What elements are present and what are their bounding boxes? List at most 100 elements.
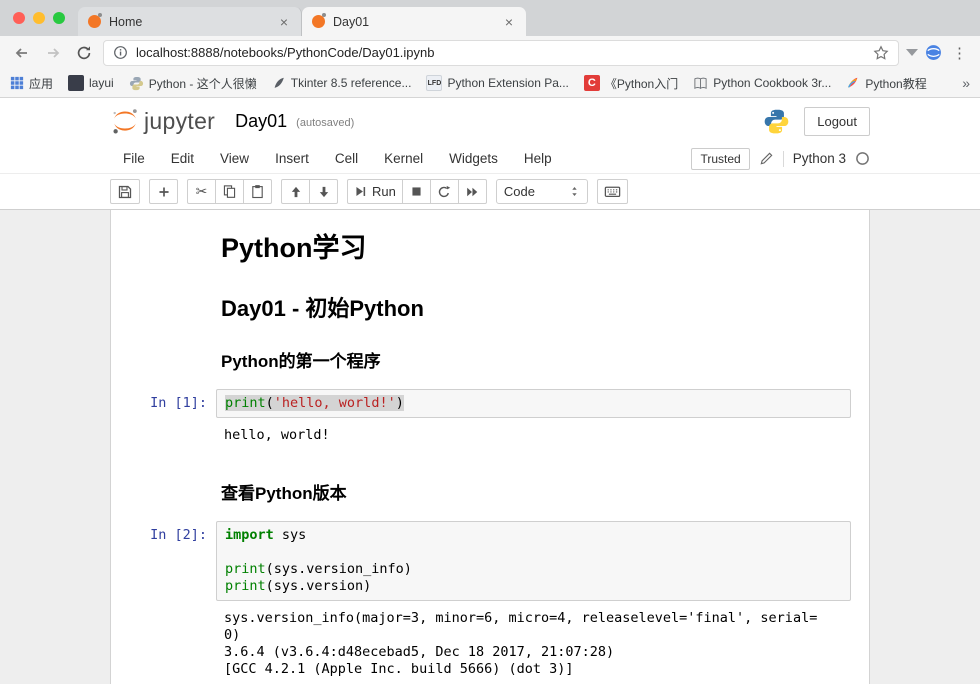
url-text: localhost:8888/notebooks/PythonCode/Day0…: [136, 45, 865, 60]
bookmark-label: 应用: [29, 75, 53, 92]
bookmark-cookbook[interactable]: Python Cookbook 3r...: [693, 76, 831, 91]
forward-icon[interactable]: [41, 41, 65, 65]
python-gray-icon: [129, 76, 144, 91]
notebook-title[interactable]: Day01: [235, 111, 287, 132]
menu-kernel[interactable]: Kernel: [371, 144, 436, 174]
c-favicon-icon: C: [584, 75, 600, 91]
jupyter-logo-text: jupyter: [144, 108, 215, 135]
url-bar[interactable]: localhost:8888/notebooks/PythonCode/Day0…: [103, 40, 899, 66]
menu-file[interactable]: File: [110, 144, 158, 174]
restart-run-all-button[interactable]: [458, 179, 487, 204]
menu-edit[interactable]: Edit: [158, 144, 207, 174]
close-window-button[interactable]: [13, 12, 25, 24]
menu-widgets[interactable]: Widgets: [436, 144, 511, 174]
menu-insert[interactable]: Insert: [262, 144, 322, 174]
bookmark-python-blog[interactable]: Python - 这个人很懒: [129, 75, 257, 92]
jupyter-logo[interactable]: jupyter: [110, 106, 215, 136]
code-cell-1[interactable]: In [1]: print('hello, world!'): [111, 389, 869, 418]
save-icon: [117, 184, 133, 200]
interrupt-kernel-button[interactable]: [402, 179, 431, 204]
lfd-favicon-icon: LFD: [426, 75, 442, 91]
minimize-window-button[interactable]: [33, 12, 45, 24]
run-label: Run: [372, 184, 396, 199]
markdown-cell-first-program[interactable]: Python的第一个程序: [216, 347, 851, 372]
browser-tab-home[interactable]: Home ×: [78, 7, 302, 36]
scissors-icon: ✂: [196, 183, 208, 200]
paste-cell-button[interactable]: [243, 179, 272, 204]
copy-icon: [222, 184, 237, 199]
markdown-cell-day[interactable]: Day01 - 初始Python: [216, 291, 851, 323]
browser-window: Home × Day01 × localhost:8888/notebooks/…: [0, 0, 980, 684]
menu-cell[interactable]: Cell: [322, 144, 371, 174]
browser-tab-day01[interactable]: Day01 ×: [302, 7, 526, 36]
restart-icon: [437, 185, 451, 199]
run-cell-button[interactable]: Run: [347, 179, 403, 204]
feather-icon: [272, 76, 286, 90]
output-area-2: sys.version_info(major=3, minor=6, micro…: [111, 601, 869, 684]
bookmark-python-tutorial[interactable]: Python教程: [846, 75, 926, 92]
run-icon: [354, 185, 367, 198]
edit-mode-pencil-icon: [759, 151, 774, 166]
input-prompt: In [2]:: [111, 521, 216, 543]
insert-cell-button[interactable]: [149, 179, 178, 204]
arrow-down-icon: [317, 185, 331, 199]
bookmark-label: Python Extension Pa...: [447, 76, 568, 90]
python-logo-icon: [763, 108, 790, 135]
bookmark-python-intro[interactable]: C 《Python入门: [584, 75, 678, 92]
bookmarks-overflow-icon[interactable]: »: [962, 75, 970, 91]
restart-kernel-button[interactable]: [430, 179, 459, 204]
code-input-1[interactable]: print('hello, world!'): [216, 389, 851, 418]
apps-grid-icon: [10, 76, 24, 90]
bookmark-label: Tkinter 8.5 reference...: [291, 76, 412, 90]
browser-menu-icon[interactable]: ⋮: [949, 44, 970, 62]
bookmark-lfd[interactable]: LFD Python Extension Pa...: [426, 75, 568, 91]
markdown-cell-version[interactable]: 查看Python版本: [216, 479, 851, 504]
tab-close-icon[interactable]: ×: [502, 14, 516, 30]
bookmark-label: 《Python入门: [605, 75, 678, 92]
tab-close-icon[interactable]: ×: [277, 14, 291, 30]
fast-forward-icon: [465, 185, 479, 199]
back-icon[interactable]: [10, 41, 34, 65]
page-info-icon[interactable]: [113, 45, 128, 60]
command-palette-button[interactable]: [597, 179, 628, 204]
jupyter-favicon-icon: [312, 15, 325, 28]
output-text-1: hello, world!: [216, 418, 851, 452]
fullscreen-window-button[interactable]: [53, 12, 65, 24]
cut-cell-button[interactable]: ✂: [187, 179, 216, 204]
colorful-feather-icon: [846, 76, 860, 90]
jupyter-logo-icon: [110, 106, 140, 136]
bookmarks-bar: 应用 layui Python - 这个人很懒 Tkinter 8.5 refe…: [0, 69, 980, 98]
notebook-heading1: Python学习: [221, 226, 851, 265]
kernel-name: Python 3: [793, 151, 846, 166]
bookmark-tkinter[interactable]: Tkinter 8.5 reference...: [272, 76, 412, 90]
bookmark-layui[interactable]: layui: [68, 75, 114, 91]
bookmark-star-icon[interactable]: [873, 45, 889, 61]
stop-icon: [410, 185, 423, 198]
menu-help[interactable]: Help: [511, 144, 565, 174]
cell-type-value: Code: [504, 184, 535, 199]
download-indicator-icon[interactable]: [906, 49, 918, 56]
output-text-2: sys.version_info(major=3, minor=6, micro…: [216, 601, 851, 684]
save-button[interactable]: [110, 179, 140, 204]
code-cell-2[interactable]: In [2]: import sys print(sys.version_inf…: [111, 521, 869, 601]
notebook-background: Python学习 Day01 - 初始Python Python的第一个程序 I…: [0, 210, 980, 684]
logout-button[interactable]: Logout: [804, 107, 870, 136]
tab-title: Home: [109, 15, 269, 29]
extension-icon[interactable]: [925, 44, 942, 61]
code-input-2[interactable]: import sys print(sys.version_info) print…: [216, 521, 851, 601]
trusted-button[interactable]: Trusted: [691, 148, 749, 170]
move-cell-up-button[interactable]: [281, 179, 310, 204]
browser-toolbar: localhost:8888/notebooks/PythonCode/Day0…: [0, 36, 980, 69]
cell-type-dropdown[interactable]: Code: [496, 179, 588, 204]
bookmark-label: Python - 这个人很懒: [149, 75, 257, 92]
divider: [783, 151, 784, 167]
book-icon: [693, 76, 708, 91]
reload-icon[interactable]: [72, 41, 96, 65]
menu-view[interactable]: View: [207, 144, 262, 174]
bookmark-apps[interactable]: 应用: [10, 75, 53, 92]
copy-cell-button[interactable]: [215, 179, 244, 204]
plus-icon: [157, 185, 171, 199]
markdown-cell-title[interactable]: Python学习: [216, 226, 851, 265]
keyboard-icon: [604, 183, 621, 200]
move-cell-down-button[interactable]: [309, 179, 338, 204]
